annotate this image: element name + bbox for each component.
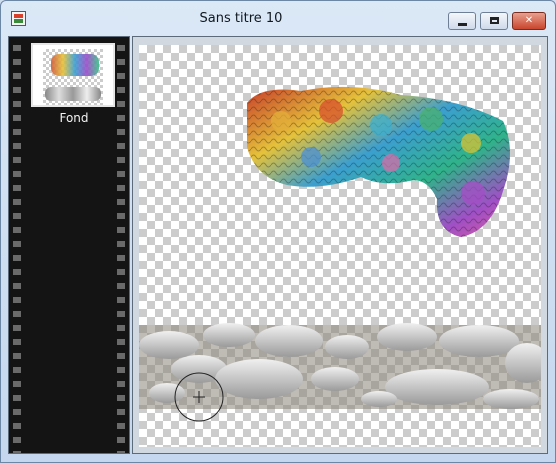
- maximize-button[interactable]: [480, 12, 508, 30]
- maximize-icon: [489, 17, 499, 24]
- layer-thumbnail[interactable]: [31, 43, 115, 107]
- minimize-icon: [457, 23, 467, 26]
- film-strip-right: [117, 41, 125, 453]
- minimize-button[interactable]: [448, 12, 476, 30]
- image-window: Sans titre 10 ✕ Fond: [0, 0, 556, 463]
- canvas-frame: [132, 36, 548, 454]
- knitted-yarn-texture: [247, 86, 510, 237]
- close-button[interactable]: ✕: [512, 12, 546, 30]
- layer-thumbnail-preview: [43, 49, 103, 105]
- brush-cursor-icon: [174, 372, 224, 422]
- thumbnail-knit: [51, 54, 99, 76]
- layer-label[interactable]: Fond: [29, 111, 119, 125]
- title-bar[interactable]: Sans titre 10 ✕: [1, 1, 555, 34]
- film-strip-left: [13, 41, 21, 453]
- canvas[interactable]: [139, 45, 541, 447]
- window-title: Sans titre 10: [199, 11, 283, 26]
- close-icon: ✕: [524, 15, 534, 26]
- layers-panel: Fond: [8, 36, 130, 454]
- thumbnail-stones: [45, 87, 101, 101]
